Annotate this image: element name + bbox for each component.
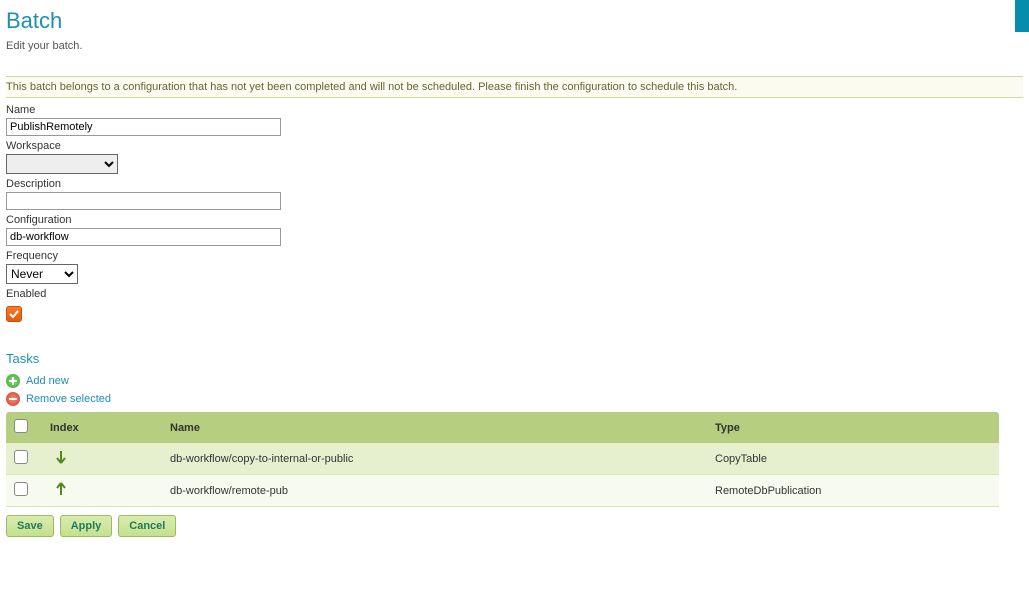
configuration-label: Configuration	[6, 214, 1023, 226]
add-icon	[6, 374, 20, 388]
table-header-row: Index Name Type	[6, 412, 999, 443]
task-type: RemoteDbPublication	[707, 475, 999, 507]
table-row: db-workflow/copy-to-internal-or-public C…	[6, 443, 999, 475]
configuration-input[interactable]	[6, 228, 281, 246]
remove-selected-label: Remove selected	[26, 393, 111, 405]
header-name: Name	[162, 412, 707, 443]
description-label: Description	[6, 178, 1023, 190]
task-name: db-workflow/remote-pub	[162, 475, 707, 507]
cancel-button[interactable]: Cancel	[118, 515, 176, 537]
save-button[interactable]: Save	[6, 515, 54, 537]
name-input[interactable]	[6, 118, 281, 136]
arrow-down-icon[interactable]	[56, 450, 66, 467]
workspace-label: Workspace	[6, 140, 1023, 152]
workspace-select[interactable]	[6, 154, 118, 174]
name-label: Name	[6, 104, 1023, 116]
header-index: Index	[42, 412, 162, 443]
warning-message: This batch belongs to a configuration th…	[6, 76, 1023, 98]
tasks-table: Index Name Type db-workflow/copy-to-inte…	[6, 412, 999, 507]
remove-selected-link[interactable]: Remove selected	[6, 392, 1023, 406]
select-all-checkbox[interactable]	[14, 419, 28, 433]
table-row: db-workflow/remote-pub RemoteDbPublicati…	[6, 475, 999, 507]
frequency-select[interactable]: Never	[6, 264, 78, 284]
top-accent-bar	[1015, 0, 1029, 32]
row-checkbox[interactable]	[14, 450, 28, 464]
task-type: CopyTable	[707, 443, 999, 475]
button-bar: Save Apply Cancel	[6, 515, 1023, 537]
page-subtitle: Edit your batch.	[6, 40, 1023, 52]
page-title: Batch	[6, 8, 1023, 34]
add-new-link[interactable]: Add new	[6, 374, 1023, 388]
enabled-label: Enabled	[6, 288, 1023, 300]
tasks-section-title: Tasks	[6, 351, 1023, 366]
checkmark-icon	[8, 308, 20, 320]
arrow-up-icon[interactable]	[56, 482, 66, 499]
remove-icon	[6, 392, 20, 406]
enabled-checkbox[interactable]	[6, 306, 22, 322]
frequency-label: Frequency	[6, 250, 1023, 262]
header-type: Type	[707, 412, 999, 443]
apply-button[interactable]: Apply	[60, 515, 113, 537]
task-name: db-workflow/copy-to-internal-or-public	[162, 443, 707, 475]
description-input[interactable]	[6, 192, 281, 210]
add-new-label: Add new	[26, 375, 69, 387]
row-checkbox[interactable]	[14, 482, 28, 496]
